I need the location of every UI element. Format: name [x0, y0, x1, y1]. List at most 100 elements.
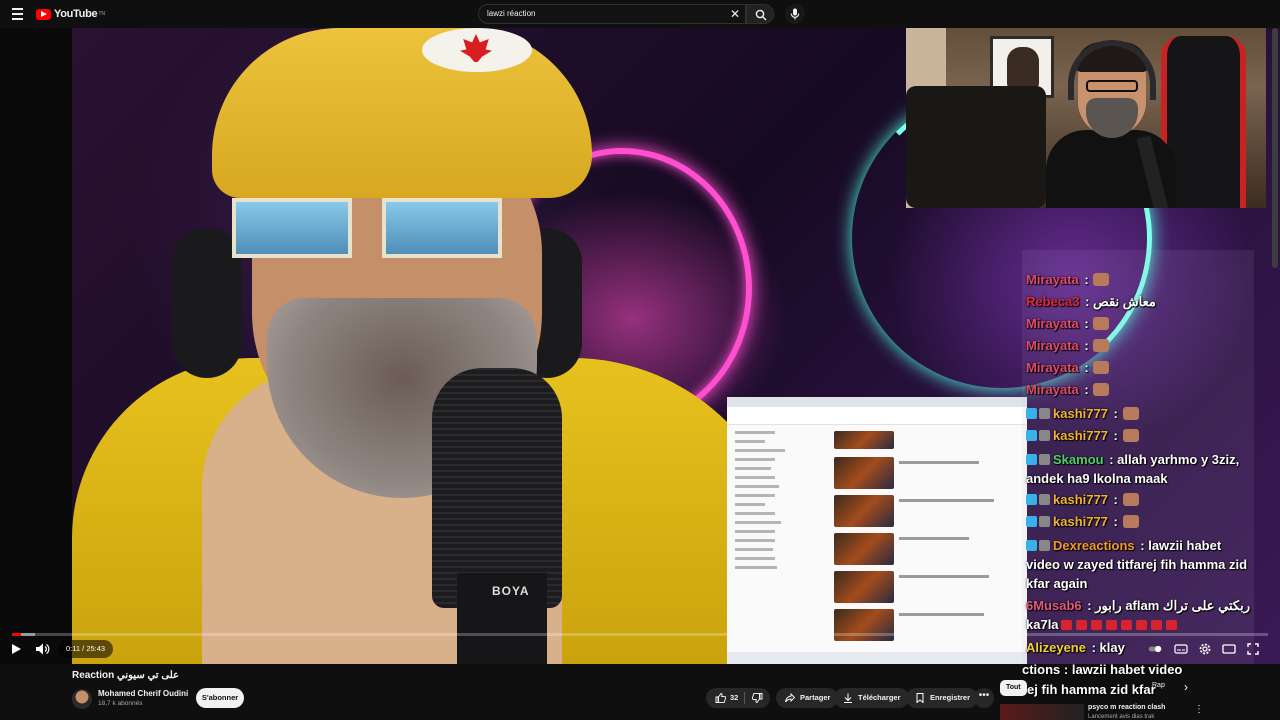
chat-emote-icon — [1122, 493, 1139, 506]
chat-separator: : — [1080, 272, 1093, 287]
subtitles-icon[interactable] — [1174, 642, 1188, 656]
chat-badge-icon — [1026, 540, 1037, 551]
chat-badge-icon — [1026, 494, 1037, 505]
chip-rap[interactable]: Rap — [1152, 682, 1165, 689]
more-vert-icon[interactable]: ⋮ — [1194, 704, 1204, 715]
save-label: Enregistrer — [930, 693, 971, 702]
sunglasses — [232, 198, 502, 268]
chat-message: Skamou : allah yarhmo y 3ziz, andek ha9 … — [1026, 450, 1254, 488]
chat-username: kashi777 — [1053, 492, 1108, 507]
menu-icon[interactable] — [12, 8, 23, 20]
chat-badge-icon — [1026, 516, 1037, 527]
like-count[interactable]: 32 — [730, 688, 738, 708]
chat-badge-icon — [1039, 454, 1050, 465]
video-title: Reaction على تي سيوني — [72, 670, 179, 681]
chip-all[interactable]: Tout — [1000, 680, 1027, 696]
channel-avatar[interactable] — [72, 689, 92, 709]
webcam-overlay — [906, 6, 1266, 208]
save-button[interactable]: Enregistrer — [906, 688, 979, 708]
chat-username: kashi777 — [1053, 514, 1108, 529]
share-icon — [785, 693, 795, 703]
chat-username: Skamou — [1053, 452, 1104, 467]
screen-thumb — [834, 457, 894, 489]
time-total: 25:43 — [86, 644, 106, 653]
chat-message: Mirayata : — [1026, 380, 1254, 399]
time-display: 0:11 / 25:43 — [58, 640, 114, 658]
chat-username: Mirayata — [1026, 382, 1079, 397]
speaker-emote-icon — [1075, 620, 1087, 630]
like-icon[interactable] — [715, 693, 726, 703]
youtube-play-icon — [36, 8, 51, 20]
chat-separator: : — [1109, 492, 1122, 507]
voice-search-button[interactable] — [785, 4, 805, 24]
stream-overlay-line: ctions : lawzii habet video — [1022, 662, 1183, 677]
speaker-emotes — [1059, 617, 1179, 632]
fullscreen-icon[interactable] — [1246, 642, 1260, 656]
recommended-title[interactable]: psyco m reaction clash — [1088, 704, 1165, 711]
logo-country: TN — [98, 11, 105, 17]
subscriber-count: 18,7 k abonnés — [98, 700, 143, 707]
play-icon[interactable] — [12, 644, 21, 654]
chat-emote-icon — [1122, 429, 1139, 442]
chat-message: kashi777 : — [1026, 426, 1254, 445]
screen-thumb — [834, 571, 894, 603]
dislike-icon[interactable] — [752, 693, 763, 703]
progress-bar[interactable] — [12, 633, 1268, 636]
share-label: Partager — [800, 693, 831, 702]
theater-mode-icon[interactable] — [1222, 642, 1236, 656]
like-dislike-group: 32 — [706, 688, 770, 708]
time-current: 0:11 — [66, 644, 81, 653]
search-input[interactable]: lawzi réaction ✕ — [478, 4, 746, 24]
search-button[interactable] — [746, 4, 774, 24]
chat-emote-icon — [1093, 383, 1110, 396]
speaker-emote-icon — [1060, 620, 1072, 630]
autoplay-toggle-icon[interactable] — [1148, 642, 1162, 656]
speaker-emote-icon — [1105, 620, 1117, 630]
screen-thumb — [834, 431, 894, 449]
page-scrollbar[interactable] — [1272, 28, 1278, 268]
top-bar: YouTube TN lawzi réaction ✕ — [0, 0, 1280, 28]
chat-badge-icon — [1026, 454, 1037, 465]
screen-line — [899, 575, 989, 578]
volume-icon[interactable] — [36, 643, 50, 655]
settings-icon[interactable] — [1198, 642, 1212, 656]
more-actions-button[interactable]: ••• — [974, 688, 994, 708]
chat-separator: : — [1083, 598, 1096, 613]
chat-separator: : — [1080, 382, 1093, 397]
chat-separator: : — [1109, 428, 1122, 443]
youtube-logo[interactable]: YouTube TN — [36, 8, 105, 20]
clear-icon[interactable]: ✕ — [729, 8, 741, 20]
share-button[interactable]: Partager — [776, 688, 839, 708]
chat-message: kashi777 : — [1026, 512, 1254, 531]
chat-separator: : — [1109, 406, 1122, 421]
chat-emote-icon — [1093, 317, 1110, 330]
chat-separator: : — [1105, 452, 1118, 467]
chat-separator: : — [1081, 294, 1094, 309]
chat-separator: : — [1080, 338, 1093, 353]
chat-emote-icon — [1093, 361, 1110, 374]
studio-microphone — [432, 368, 562, 608]
chat-username: Rebeca3 — [1026, 294, 1080, 309]
mic-brand: BOYA — [492, 584, 530, 598]
chat-message: Dexreactions : lawzii habet video w zaye… — [1026, 536, 1254, 593]
subscribe-button[interactable]: S'abonner — [196, 688, 244, 708]
chat-message: Mirayata : — [1026, 336, 1254, 355]
chat-message: Mirayata : — [1026, 358, 1254, 377]
chevron-right-icon[interactable]: › — [1184, 680, 1188, 694]
download-button[interactable]: Télécharger — [834, 688, 909, 708]
like-divider — [744, 692, 745, 704]
speaker-emote-icon — [1150, 620, 1162, 630]
screen-browser-bar — [727, 407, 1027, 425]
channel-name[interactable]: Mohamed Cherif Oudini — [98, 689, 188, 698]
recommended-thumbnail[interactable] — [1000, 704, 1084, 720]
screen-share — [727, 397, 1027, 664]
stream-overlay-line: rej fih hamma zid kfar — [1022, 682, 1156, 697]
chat-username: kashi777 — [1053, 428, 1108, 443]
chat-emote-icon — [1122, 407, 1139, 420]
live-chat-overlay: Mirayata : Rebeca3 : معاش نقص Mirayata : … — [1022, 250, 1254, 664]
player-controls: 0:11 / 25:43 — [0, 640, 1280, 660]
screen-thumb — [834, 533, 894, 565]
chat-message: Mirayata : — [1026, 270, 1254, 289]
chat-badge-icon — [1039, 494, 1050, 505]
search-query[interactable]: lawzi réaction — [487, 9, 535, 18]
